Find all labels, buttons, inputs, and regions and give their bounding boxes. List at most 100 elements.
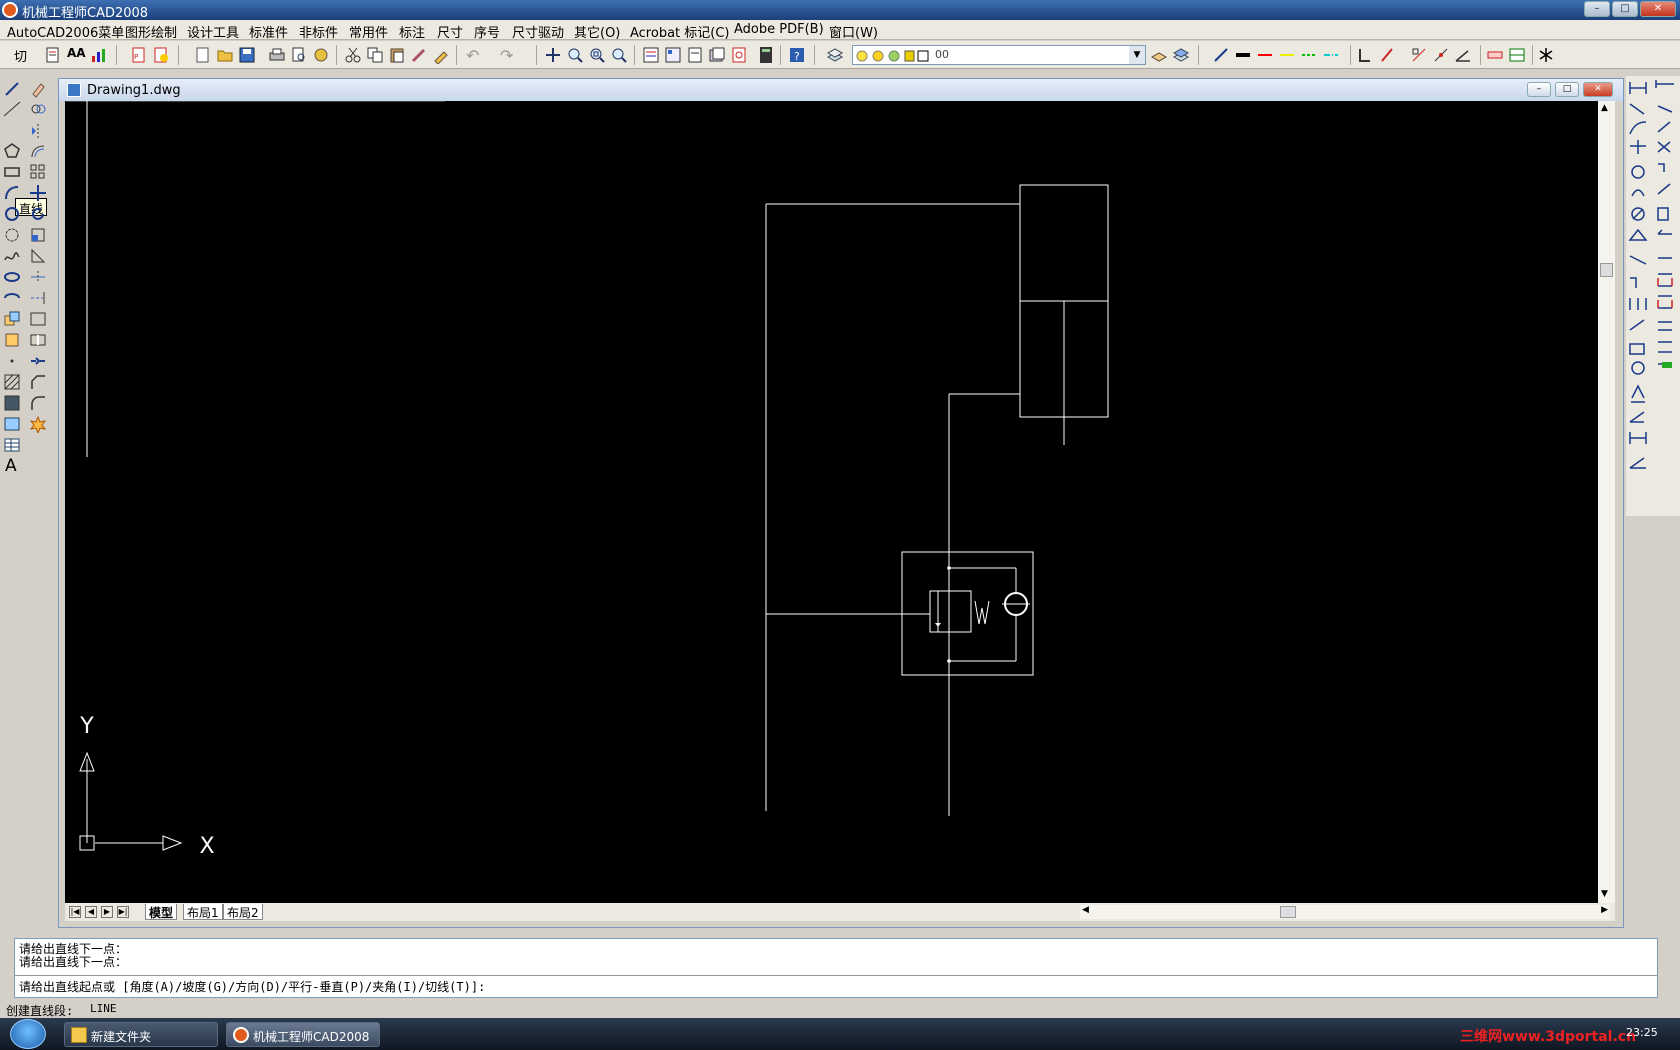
vertical-scroll-thumb[interactable] [1600, 263, 1613, 277]
horizontal-scrollbar[interactable]: ◀ ▶ [1080, 905, 1610, 919]
mirror-icon[interactable] [29, 122, 47, 140]
markup-icon[interactable] [730, 46, 748, 64]
scale-icon[interactable] [29, 226, 47, 244]
ruler-icon[interactable] [1486, 46, 1504, 64]
tab-layout1[interactable]: 布局1 [183, 904, 223, 920]
scroll-right-icon[interactable]: ▶ [1601, 905, 1608, 915]
zoom-window-icon[interactable] [588, 46, 606, 64]
fillet-icon[interactable] [29, 394, 47, 412]
insert-block-icon[interactable] [3, 310, 21, 328]
task-cad-app[interactable]: 机械工程师CAD2008 [226, 1022, 380, 1047]
chart-icon[interactable] [90, 46, 108, 64]
line-icon[interactable] [1212, 46, 1230, 64]
menu-acrobat-markup[interactable]: Acrobat 标记(C) [630, 22, 730, 41]
command-line[interactable]: 请给出直线下一点： 请给出直线下一点： 请给出直线起点或 [角度(A)/坡度(G… [14, 938, 1658, 998]
cut-icon[interactable] [344, 46, 362, 64]
ortho-icon[interactable] [1356, 46, 1374, 64]
menu-draw[interactable]: 图形绘制 [125, 22, 177, 41]
vertical-scrollbar[interactable]: ▲ ▼ [1598, 101, 1615, 903]
publish-icon[interactable] [312, 46, 330, 64]
scroll-down-icon[interactable]: ▼ [1601, 889, 1608, 899]
help-icon[interactable]: ? [788, 46, 806, 64]
prev-tab-icon[interactable]: ◀ [85, 906, 97, 918]
scroll-up-icon[interactable]: ▲ [1601, 103, 1608, 113]
menu-sequence[interactable]: 序号 [474, 22, 500, 41]
zoom-realtime-icon[interactable] [566, 46, 584, 64]
calculator-icon[interactable] [757, 46, 775, 64]
open-file-icon[interactable] [216, 46, 234, 64]
color-red-line-icon[interactable] [1256, 46, 1274, 64]
new-file-icon[interactable] [194, 46, 212, 64]
join-icon[interactable] [29, 352, 47, 370]
ellipse-icon[interactable] [3, 268, 21, 286]
text-style-button[interactable]: AA [67, 46, 86, 64]
break-at-point-icon[interactable] [29, 310, 47, 328]
first-tab-icon[interactable]: |◀ [69, 906, 81, 918]
copy-icon[interactable] [366, 46, 384, 64]
menu-adobe-pdf[interactable]: Adobe PDF(B) [734, 22, 824, 37]
copy-object-icon[interactable] [29, 100, 47, 118]
start-button[interactable] [10, 1019, 46, 1049]
move-icon[interactable] [29, 184, 47, 202]
menu-nonstandard-parts[interactable]: 非标件 [299, 22, 338, 41]
menu-annotate[interactable]: 标注 [399, 22, 425, 41]
spline-icon[interactable] [3, 247, 21, 265]
print-preview-icon[interactable] [290, 46, 308, 64]
menu-common-parts[interactable]: 常用件 [349, 22, 388, 41]
tool-palettes-icon[interactable] [686, 46, 704, 64]
hydraulic-schematic[interactable]: Y X W [65, 100, 1598, 903]
chevron-down-icon[interactable]: ▼ [1129, 46, 1145, 64]
layer-dropdown[interactable]: 00 ▼ [852, 45, 1146, 65]
osnap-icon[interactable] [1410, 46, 1428, 64]
polygon-icon[interactable] [3, 142, 21, 160]
layer-manager-icon[interactable] [826, 46, 844, 64]
task-new-folder[interactable]: 新建文件夹 [64, 1022, 218, 1047]
properties-palette-icon[interactable] [642, 46, 660, 64]
tab-layout2[interactable]: 布局2 [223, 904, 263, 920]
scroll-left-icon[interactable]: ◀ [1082, 905, 1089, 915]
stretch-icon[interactable] [29, 247, 47, 265]
pan-icon[interactable] [544, 46, 562, 64]
horizontal-scroll-thumb[interactable] [1280, 906, 1296, 918]
circle-icon[interactable] [3, 205, 21, 223]
dashed-green-line-icon[interactable] [1300, 46, 1318, 64]
maximize-button[interactable]: □ [1612, 1, 1638, 17]
break-icon[interactable] [29, 331, 47, 349]
angle-icon[interactable] [1454, 46, 1472, 64]
gradient-icon[interactable] [3, 394, 21, 412]
trim-icon[interactable] [29, 268, 47, 286]
minimize-button[interactable]: – [1584, 1, 1610, 17]
undo-icon[interactable]: ↶ [466, 46, 484, 65]
menu-standard-parts[interactable]: 标准件 [249, 22, 288, 41]
color-yellow-line-icon[interactable] [1278, 46, 1296, 64]
tab-model[interactable]: 模型 [145, 904, 178, 920]
pdf-settings-icon[interactable] [152, 46, 170, 64]
menu-dim-driven[interactable]: 尺寸驱动 [512, 22, 564, 41]
region-icon[interactable] [3, 415, 21, 433]
rotate-icon[interactable] [29, 205, 47, 223]
draw-line-icon[interactable] [3, 80, 21, 98]
point-icon[interactable] [3, 352, 21, 370]
app-icon[interactable] [2, 2, 18, 18]
command-prompt[interactable]: 请给出直线起点或 [角度(A)/坡度(G)/方向(D)/平行-垂直(P)/夹角(… [19, 978, 485, 995]
table-icon[interactable] [3, 436, 21, 454]
make-block-icon[interactable] [3, 331, 21, 349]
menu-dimension[interactable]: 尺寸 [437, 22, 463, 41]
switch-button[interactable]: 切 [14, 46, 32, 65]
make-current-layer-icon[interactable] [1172, 46, 1190, 64]
drawing-minimize-button[interactable]: – [1527, 82, 1551, 97]
drawing-restore-button[interactable]: □ [1555, 82, 1579, 97]
match-properties-icon[interactable] [410, 46, 428, 64]
dimension-tool-icons[interactable] [1626, 76, 1680, 516]
drawing-close-button[interactable]: ✕ [1583, 82, 1613, 97]
hatch-icon[interactable] [3, 373, 21, 391]
table-grid-icon[interactable] [1508, 46, 1526, 64]
offset-icon[interactable] [29, 142, 47, 160]
menu-autocad2006[interactable]: AutoCAD2006菜单 [7, 22, 124, 41]
properties-icon[interactable] [44, 46, 62, 64]
construction-line-icon[interactable] [3, 100, 21, 118]
zoom-previous-icon[interactable] [610, 46, 628, 64]
menu-design-tools[interactable]: 设计工具 [187, 22, 239, 41]
save-icon[interactable] [238, 46, 256, 64]
layer-previous-icon[interactable] [1150, 46, 1168, 64]
